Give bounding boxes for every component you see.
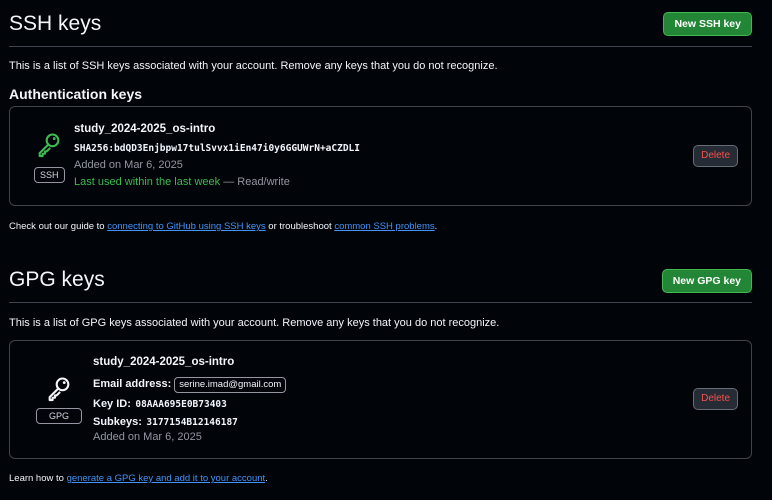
gpg-key-added-date: Added on Mar 6, 2025 — [93, 431, 202, 443]
new-gpg-key-button[interactable]: New GPG key — [661, 269, 752, 293]
gpg-keyid-value: 08AAA695E0B73403 — [135, 399, 227, 410]
delete-gpg-key-button[interactable]: Delete — [693, 388, 738, 410]
gpg-description: This is a list of GPG keys associated wi… — [9, 317, 500, 329]
ssh-key-card: SSH study_2024-2025_os-intro SHA256:bdQD… — [9, 106, 752, 206]
gpg-section-title: GPG keys — [9, 268, 105, 291]
ssh-key-name: study_2024-2025_os-intro — [74, 123, 216, 135]
gpg-subkeys-value: 3177154B12146187 — [146, 417, 238, 428]
new-ssh-key-button[interactable]: New SSH key — [663, 12, 752, 36]
gpg-key-name: study_2024-2025_os-intro — [93, 356, 235, 368]
gpg-email-row: Email address: serine.imad@gmail.com — [93, 374, 287, 393]
ssh-guide-link[interactable]: connecting to GitHub using SSH keys — [107, 221, 265, 232]
gpg-help-note: Learn how to generate a GPG key and add … — [9, 473, 268, 484]
gpg-keyid-label: Key ID: — [93, 398, 131, 410]
gpg-email-value: serine.imad@gmail.com — [174, 377, 287, 393]
delete-ssh-key-button[interactable]: Delete — [693, 145, 738, 167]
gpg-email-label: Email address: — [93, 378, 172, 390]
ssh-key-icon-group: SSH — [34, 131, 65, 183]
key-icon — [36, 375, 82, 403]
gpg-section-header: GPG keys New GPG key — [9, 266, 752, 303]
ssh-key-last-used: Last used within the last week — [74, 176, 221, 188]
ssh-troubleshoot-link[interactable]: common SSH problems — [334, 221, 434, 232]
gpg-guide-link[interactable]: generate a GPG key and add it to your ac… — [67, 473, 266, 484]
gpg-keyid-row: Key ID: 08AAA695E0B73403 — [93, 394, 227, 412]
key-icon — [34, 131, 64, 159]
gpg-key-card: GPG study_2024-2025_os-intro Email addre… — [9, 340, 752, 459]
gpg-subkeys-row: Subkeys: 3177154B12146187 — [93, 412, 238, 430]
ssh-key-access: — Read/write — [223, 176, 290, 188]
ssh-key-usage: Last used within the last week — Read/wr… — [74, 176, 290, 188]
ssh-section-title: SSH keys — [9, 12, 102, 35]
ssh-key-added-date: Added on Mar 6, 2025 — [74, 159, 183, 171]
ssh-badge: SSH — [34, 167, 65, 183]
gpg-subkeys-label: Subkeys: — [93, 416, 142, 428]
ssh-description: This is a list of SSH keys associated wi… — [9, 60, 498, 72]
ssh-help-note: Check out our guide to connecting to Git… — [9, 221, 438, 232]
gpg-key-icon-group: GPG — [36, 375, 83, 424]
gpg-badge: GPG — [36, 408, 83, 424]
ssh-key-fingerprint: SHA256:bdQD3Enjbpw17tulSvvx1iEn47i0y6GGU… — [74, 143, 360, 154]
ssh-section-header: SSH keys New SSH key — [9, 10, 752, 47]
authentication-keys-heading: Authentication keys — [9, 86, 143, 102]
